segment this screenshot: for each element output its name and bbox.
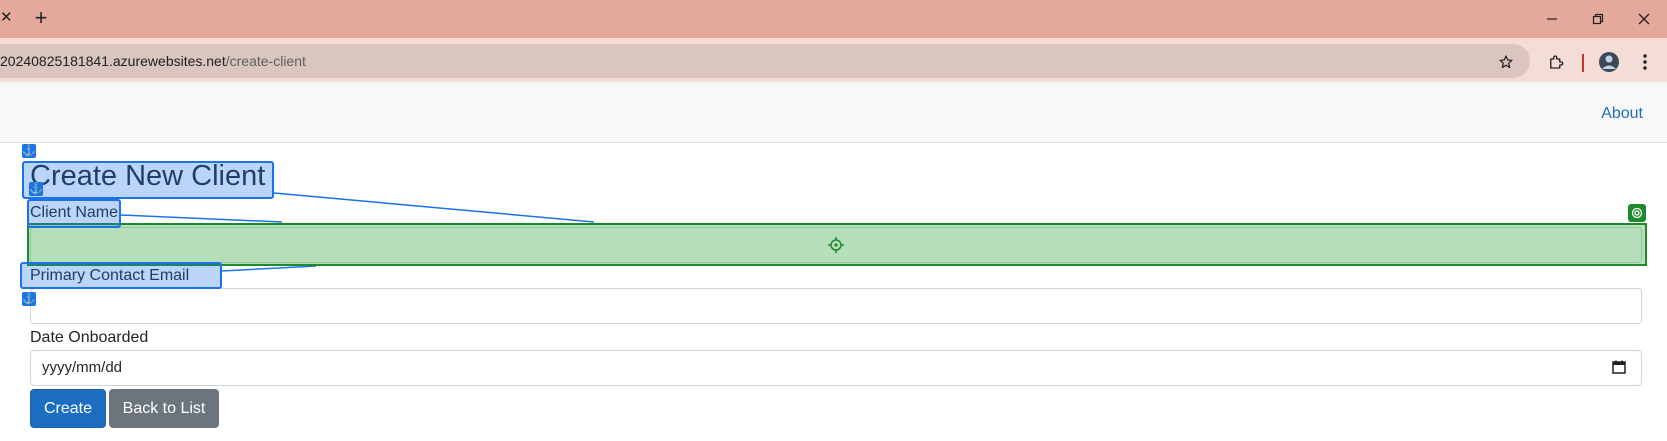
anchor-icon: ⚓: [29, 182, 43, 196]
title-highlight: [22, 161, 274, 199]
anchor-icon: ⚓: [22, 144, 36, 158]
connector-line: [273, 192, 595, 223]
anchor-icon: ⚓: [22, 292, 36, 306]
annotation-connectors: [119, 192, 595, 272]
connector-line: [119, 214, 283, 223]
connector-line: [221, 265, 317, 272]
target-badge-icon: [1628, 204, 1646, 222]
client-name-highlight: [27, 199, 121, 228]
email-label-highlight: [20, 262, 222, 289]
crosshair-icon: [828, 237, 844, 253]
